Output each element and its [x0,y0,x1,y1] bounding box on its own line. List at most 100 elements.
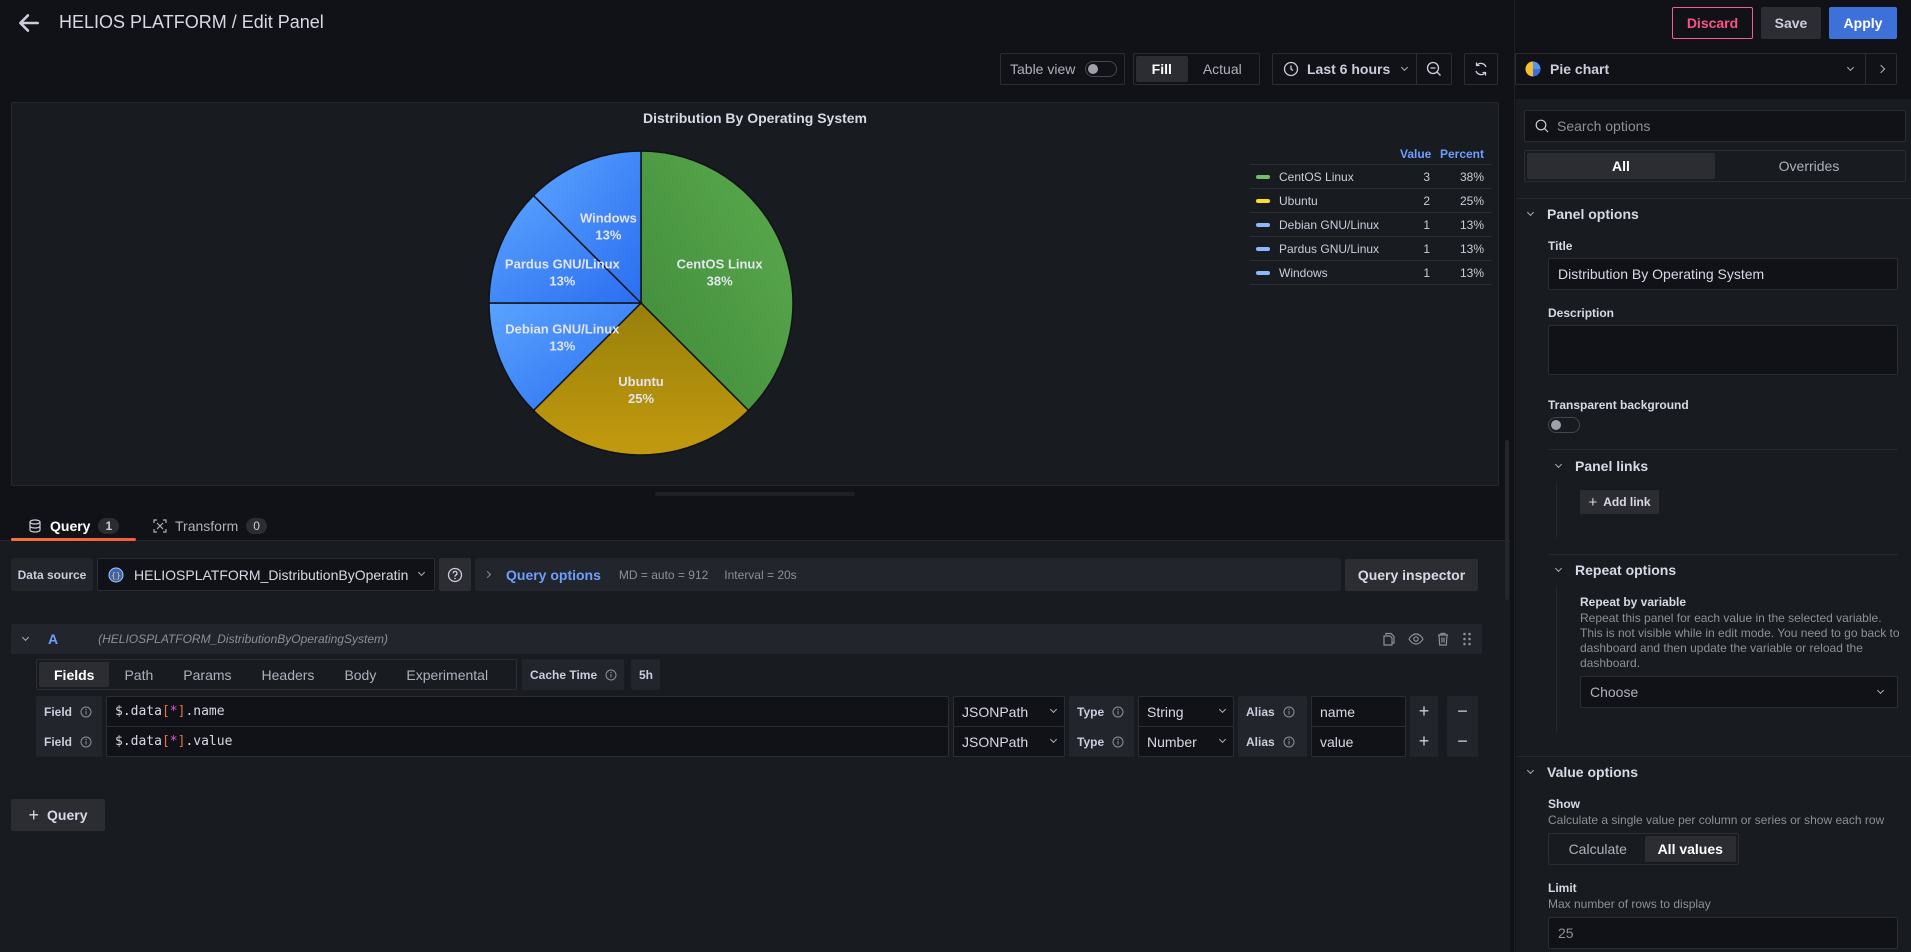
subtab-headers[interactable]: Headers [247,662,330,687]
chevron-down-icon [1526,766,1535,774]
legend-value-header[interactable]: Value [1400,147,1431,161]
field-jsonpath-input[interactable]: $.data[*] .value [106,726,949,757]
fill-option[interactable]: Fill [1136,56,1188,82]
query-letter[interactable]: A [48,631,58,647]
subtab-fields[interactable]: Fields [39,662,110,687]
table-view-switch[interactable] [1085,61,1118,77]
tab-query[interactable]: Query 1 [28,512,120,540]
tab-all[interactable]: All [1527,153,1715,179]
subtab-experimental[interactable]: Experimental [391,662,503,687]
field-jsonpath-input[interactable]: $.data[*] .name [106,696,949,727]
legend-row[interactable]: CentOS Linux 3 38% [1250,165,1492,189]
add-query-label: Query [47,807,88,823]
visualization-select[interactable]: Pie chart [1516,54,1866,84]
discard-button[interactable]: Discard [1672,7,1753,39]
actual-option[interactable]: Actual [1188,56,1257,82]
subtab-path[interactable]: Path [109,662,168,687]
value-options-section[interactable]: Value options [1526,764,1638,780]
apply-button[interactable]: Apply [1829,7,1897,39]
query-options-link[interactable]: Query options [506,567,601,583]
calculate-option[interactable]: Calculate [1551,836,1645,862]
field-language-select[interactable]: JSONPath [953,696,1065,727]
info-icon[interactable] [80,706,92,718]
eye-icon[interactable] [1408,632,1424,646]
field-label: Field [36,696,102,727]
field-language-select[interactable]: JSONPath [953,726,1065,757]
legend-percent: 38% [1459,169,1484,184]
subtab-params[interactable]: Params [168,662,246,687]
legend-swatch [1256,198,1270,203]
remove-field-button[interactable]: − [1447,726,1478,757]
alias-label: Alias [1238,726,1307,757]
show-description: Calculate a single value per column or s… [1548,813,1885,827]
add-link-button[interactable]: + Add link [1580,490,1659,514]
query-scrollbar[interactable] [1505,440,1509,600]
remove-field-button[interactable]: − [1447,696,1478,727]
pane-divider[interactable] [1514,0,1515,952]
panel-resize-handle[interactable] [655,492,855,496]
info-icon[interactable] [80,736,92,748]
search-options-input[interactable]: Search options [1524,110,1906,142]
legend-row[interactable]: Ubuntu 2 25% [1250,189,1492,213]
title-label: Title [1548,239,1573,253]
query-options-bar[interactable]: Query options MD = auto = 912 Interval =… [475,558,1341,591]
info-icon[interactable] [1283,706,1295,718]
collapse-options-button[interactable] [1866,64,1896,74]
panel-links-section[interactable]: Panel links [1554,458,1649,474]
search-placeholder: Search options [1557,118,1651,134]
collapse-query-icon[interactable] [21,633,30,641]
pie-slice-label: Pardus GNU/Linux [505,256,621,271]
time-range-button[interactable]: Last 6 hours [1273,54,1417,84]
panel-links-heading: Panel links [1575,458,1649,474]
repeat-options-section[interactable]: Repeat options [1554,562,1676,578]
datasource-help-button[interactable] [439,558,471,591]
save-button[interactable]: Save [1761,7,1821,39]
panel-options-section[interactable]: Panel options [1526,206,1639,222]
legend-row[interactable]: Debian GNU/Linux 1 13% [1250,213,1492,237]
field-alias: name [1320,703,1356,720]
limit-input[interactable]: 25 [1548,917,1898,949]
field-alias-input[interactable]: value [1311,726,1406,757]
all-values-option[interactable]: All values [1644,836,1736,862]
legend-value: 1 [1423,217,1430,232]
tab-overrides[interactable]: Overrides [1715,153,1903,179]
refresh-button[interactable] [1464,53,1498,85]
field-type: Number [1147,733,1197,750]
trash-icon[interactable] [1436,632,1450,646]
query-inspector-button[interactable]: Query inspector [1345,559,1478,591]
drag-handle-icon[interactable] [1462,632,1472,646]
subtab-body[interactable]: Body [329,662,391,687]
type-label-text: Type [1077,734,1105,749]
field-type-select[interactable]: String [1138,696,1234,727]
tab-transform[interactable]: Transform 0 [153,512,267,540]
path-wildcard: * [169,704,178,719]
panel-preview: Distribution By Operating System CentOS … [11,102,1499,486]
info-icon[interactable] [605,669,617,681]
chevron-down-icon [1846,63,1855,71]
info-icon[interactable] [1283,736,1295,748]
duplicate-query-icon[interactable] [1382,632,1396,646]
chevron-down-icon [1049,705,1058,714]
back-arrow-icon[interactable] [16,10,42,36]
add-field-button[interactable]: + [1410,726,1438,757]
transparent-background-toggle[interactable] [1548,417,1580,433]
legend-row[interactable]: Windows 1 13% [1250,261,1492,285]
legend-value: 1 [1423,265,1430,280]
field-alias-input[interactable]: name [1311,696,1406,727]
field-type: String [1147,703,1184,720]
title-input[interactable]: Distribution By Operating System [1548,258,1898,290]
field-type-select[interactable]: Number [1138,726,1234,757]
table-view-toggle[interactable]: Table view [1000,53,1125,85]
add-query-button[interactable]: + Query [11,799,105,831]
legend-percent-header[interactable]: Percent [1430,147,1492,161]
cache-time-value[interactable]: 5h [631,659,660,690]
info-icon[interactable] [1112,706,1124,718]
legend-row[interactable]: Pardus GNU/Linux 1 13% [1250,237,1492,261]
add-field-button[interactable]: + [1410,696,1438,727]
repeat-variable-select[interactable]: Choose [1580,676,1898,708]
legend-name: Debian GNU/Linux [1279,217,1380,232]
info-icon[interactable] [1112,736,1124,748]
datasource-picker[interactable]: {} HELIOSPLATFORM_DistributionByOperatin [97,558,435,591]
zoom-out-button[interactable] [1417,54,1451,84]
description-textarea[interactable] [1548,325,1898,375]
